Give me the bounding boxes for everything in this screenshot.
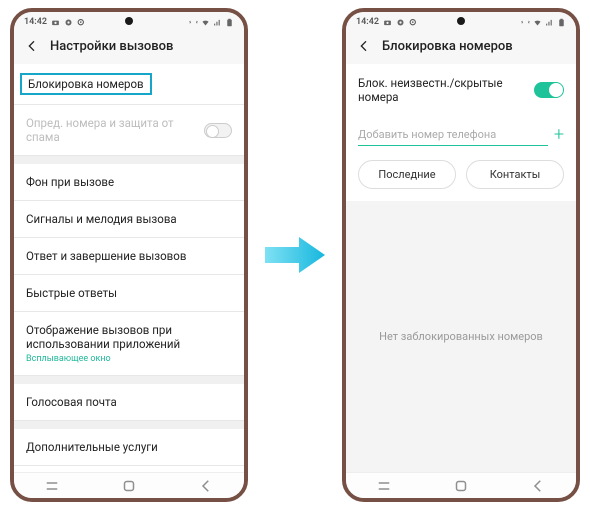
nav-recents-icon[interactable] (43, 477, 61, 495)
group-divider (14, 376, 244, 384)
status-time: 14:42 (24, 17, 47, 27)
camera-dot (457, 17, 465, 25)
source-buttons: Последние Контакты (346, 150, 576, 201)
plus-icon[interactable]: + (554, 126, 564, 144)
phone-left: 14:42 ⊙ (10, 8, 248, 502)
nav-back-icon[interactable] (197, 477, 215, 495)
item-label: Дополнительные услуги (26, 440, 158, 454)
navbar (14, 472, 244, 498)
settings-list[interactable]: Блокировка номеров Опред. номера и защит… (14, 64, 244, 472)
battery-icon (557, 18, 566, 27)
item-quick-replies[interactable]: Быстрые ответы (14, 275, 244, 312)
item-caller-id-spam[interactable]: Опред. номера и защита от спама (14, 105, 244, 156)
item-answer-end[interactable]: Ответ и завершение вызовов (14, 238, 244, 275)
signal-icon (545, 18, 554, 27)
item-label: Фон при вызове (26, 175, 114, 189)
item-block-numbers[interactable]: Блокировка номеров (14, 64, 244, 105)
row-label: Блок. неизвестн./скрытые номера (358, 76, 508, 104)
battery-icon (225, 18, 234, 27)
item-label: Отображение вызовов при использовании пр… (26, 323, 232, 351)
item-label: Голосовая почта (26, 395, 117, 409)
item-voicemail[interactable]: Голосовая почта (14, 384, 244, 421)
header: Блокировка номеров (346, 32, 576, 64)
camera-icon (51, 18, 60, 27)
nav-home-icon[interactable] (120, 477, 138, 495)
wifi-icon (533, 18, 542, 27)
recent-button[interactable]: Последние (358, 160, 456, 189)
signal-icon (213, 18, 222, 27)
add-number-input[interactable]: Добавить номер телефона (358, 124, 548, 146)
navbar (346, 472, 576, 498)
vibrate-icon (521, 18, 530, 27)
empty-state: Нет заблокированных номеров (346, 201, 576, 472)
toggle-block-unknown[interactable] (534, 82, 564, 98)
back-icon[interactable] (24, 38, 40, 54)
item-ringtones[interactable]: Сигналы и мелодия вызова (14, 201, 244, 238)
item-label: Опред. номера и защита от спама (26, 116, 176, 144)
item-label: Ответ и завершение вызовов (26, 249, 186, 263)
camera-dot (125, 17, 133, 25)
contacts-button[interactable]: Контакты (466, 160, 564, 189)
nav-back-icon[interactable] (529, 477, 547, 495)
gear-icon (396, 18, 405, 27)
group-divider (14, 421, 244, 429)
empty-text: Нет заблокированных номеров (379, 330, 543, 343)
group-divider (14, 156, 244, 164)
page-title: Настройки вызовов (50, 39, 173, 54)
item-call-display[interactable]: Отображение вызовов при использовании пр… (14, 312, 244, 376)
circle-icon: ⊙ (409, 18, 418, 27)
camera-icon (383, 18, 392, 27)
nav-recents-icon[interactable] (375, 477, 393, 495)
phone-right: 14:42 ⊙ (342, 8, 580, 502)
item-call-background[interactable]: Фон при вызове (14, 164, 244, 201)
item-supplementary[interactable]: Дополнительные услуги (14, 429, 244, 466)
back-icon[interactable] (356, 38, 372, 54)
highlight-box: Блокировка номеров (20, 73, 152, 95)
toggle-caller-id[interactable] (204, 123, 232, 138)
page-title: Блокировка номеров (382, 39, 513, 54)
block-numbers-screen: Блок. неизвестн./скрытые номера Добавить… (346, 64, 576, 472)
header: Настройки вызовов (14, 32, 244, 64)
vibrate-icon (189, 18, 198, 27)
circle-icon: ⊙ (77, 18, 86, 27)
transition-arrow (260, 233, 330, 277)
item-label: Сигналы и мелодия вызова (26, 212, 177, 226)
nav-home-icon[interactable] (452, 477, 470, 495)
item-sublabel: Всплывающее окно (26, 354, 232, 364)
item-label: Быстрые ответы (26, 286, 117, 300)
wifi-icon (201, 18, 210, 27)
status-time: 14:42 (356, 17, 379, 27)
gear-icon (64, 18, 73, 27)
row-block-unknown[interactable]: Блок. неизвестн./скрытые номера (346, 64, 576, 116)
add-number-row: Добавить номер телефона + (346, 116, 576, 150)
